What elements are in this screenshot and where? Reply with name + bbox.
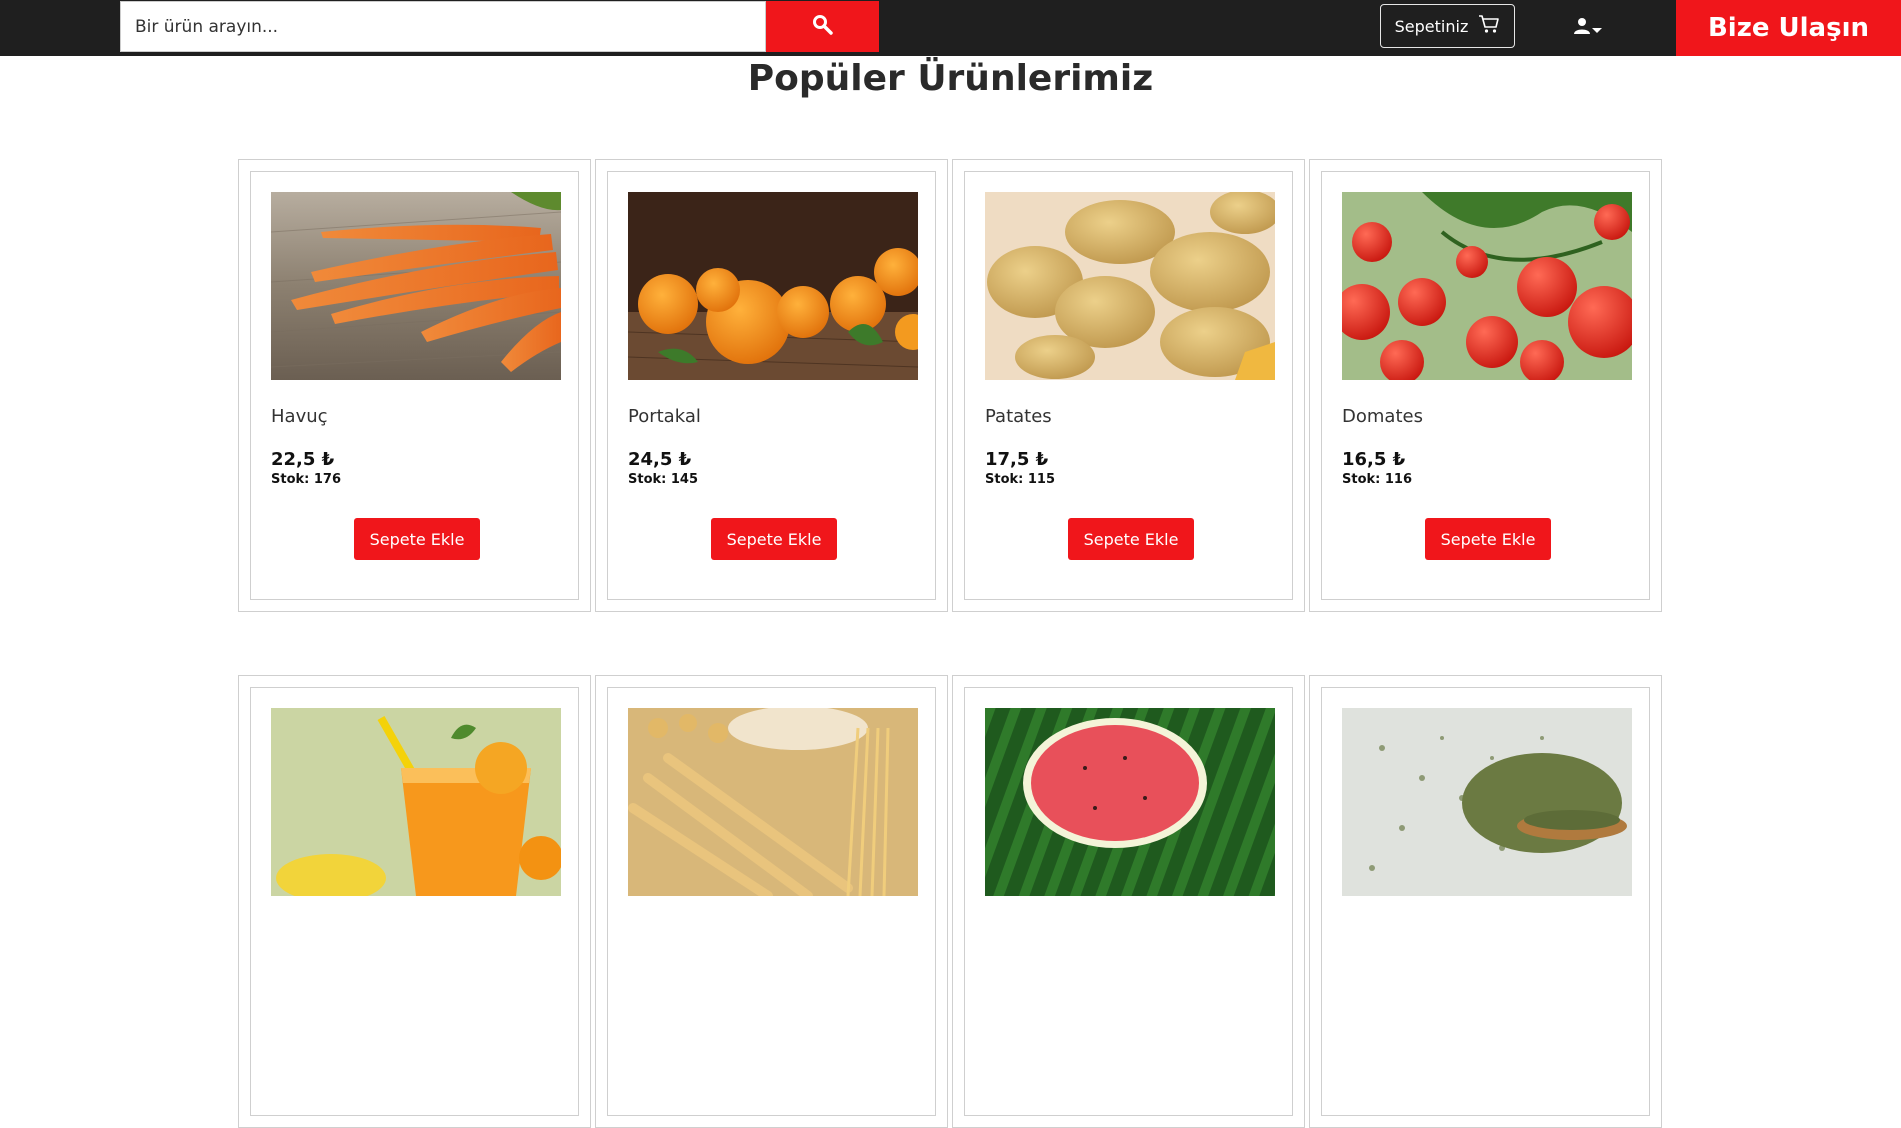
add-to-cart-button[interactable]: Sepete Ekle	[711, 518, 837, 560]
search-icon	[812, 14, 834, 39]
add-to-cart-button[interactable]: Sepete Ekle	[1425, 518, 1551, 560]
product-stock: Stok: 176	[271, 472, 342, 487]
product-stock: Stok: 116	[1342, 472, 1413, 487]
product-card-inner: Domates 16,5 ₺ Stok: 116 Sepete Ekle	[1321, 171, 1650, 600]
cart-label: Sepetiniz	[1394, 16, 1469, 36]
product-price: 17,5 ₺	[985, 449, 1049, 470]
product-card-inner: Havuç 22,5 ₺ Stok: 176 Sepete Ekle	[250, 171, 579, 600]
product-card-inner	[607, 687, 936, 1116]
product-stock: Stok: 145	[628, 472, 699, 487]
product-card	[595, 675, 948, 1128]
product-card-inner: Patates 17,5 ₺ Stok: 115 Sepete Ekle	[964, 171, 1293, 600]
cart-icon	[1478, 14, 1500, 38]
product-card-inner	[250, 687, 579, 1116]
cart-button[interactable]: Sepetiniz	[1380, 4, 1515, 48]
oranges-image[interactable]	[628, 192, 918, 380]
product-price: 22,5 ₺	[271, 449, 335, 470]
product-card	[1309, 675, 1662, 1128]
orange-juice-image[interactable]	[271, 708, 561, 896]
product-row	[238, 675, 1662, 1128]
contact-us-button[interactable]: Bize Ulaşın	[1676, 0, 1901, 56]
product-card-inner	[1321, 687, 1650, 1116]
user-icon	[1574, 17, 1592, 39]
product-card	[952, 675, 1305, 1128]
carrots-image[interactable]	[271, 192, 561, 380]
dried-herbs-image[interactable]	[1342, 708, 1632, 896]
user-menu-dropdown[interactable]	[1570, 12, 1606, 44]
add-to-cart-button[interactable]: Sepete Ekle	[354, 518, 480, 560]
product-name: Patates	[985, 406, 1052, 427]
product-name: Havuç	[271, 406, 328, 427]
watermelon-image[interactable]	[985, 708, 1275, 896]
pasta-image[interactable]	[628, 708, 918, 896]
search-button[interactable]	[766, 1, 879, 52]
section-title: Popüler Ürünlerimiz	[747, 58, 1154, 99]
product-row: Havuç 22,5 ₺ Stok: 176 Sepete Ekle Porta…	[238, 159, 1662, 612]
add-to-cart-button[interactable]: Sepete Ekle	[1068, 518, 1194, 560]
product-card	[238, 675, 591, 1128]
search-input[interactable]	[120, 1, 766, 52]
top-navbar: Sepetiniz Bize Ulaşın	[0, 0, 1901, 56]
product-card: Havuç 22,5 ₺ Stok: 176 Sepete Ekle	[238, 159, 591, 612]
potatoes-image[interactable]	[985, 192, 1275, 380]
product-stock: Stok: 115	[985, 472, 1056, 487]
product-price: 24,5 ₺	[628, 449, 692, 470]
tomatoes-image[interactable]	[1342, 192, 1632, 380]
product-card-inner	[964, 687, 1293, 1116]
product-name: Portakal	[628, 406, 701, 427]
caret-down-icon	[1592, 19, 1602, 38]
product-card: Portakal 24,5 ₺ Stok: 145 Sepete Ekle	[595, 159, 948, 612]
product-price: 16,5 ₺	[1342, 449, 1406, 470]
product-name: Domates	[1342, 406, 1423, 427]
product-card: Domates 16,5 ₺ Stok: 116 Sepete Ekle	[1309, 159, 1662, 612]
product-card: Patates 17,5 ₺ Stok: 115 Sepete Ekle	[952, 159, 1305, 612]
product-card-inner: Portakal 24,5 ₺ Stok: 145 Sepete Ekle	[607, 171, 936, 600]
